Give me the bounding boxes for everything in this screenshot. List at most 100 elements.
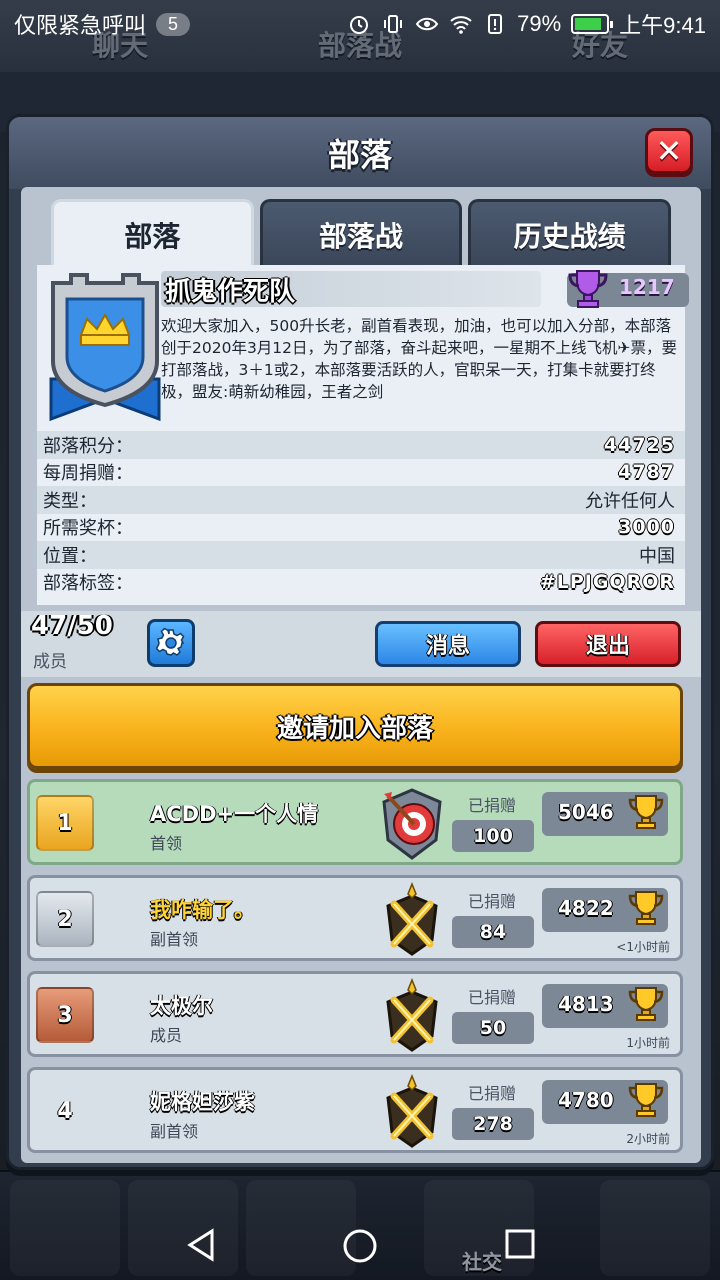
member-row[interactable]: 4 妮格妲莎紫 副首领 已捐赠 278 4780 2小时前 [27, 1067, 683, 1153]
member-name: 妮格妲莎紫 [150, 1090, 255, 1114]
crossed-swords-arena-icon [380, 1073, 444, 1150]
clock: 上午9:41 [619, 13, 706, 38]
member-role: 副首领 [150, 930, 199, 949]
member-row[interactable]: 2 我咋输了。 副首领 已捐赠 84 4822 <1小时前 [27, 875, 683, 961]
notification-text: 仅限紧急呼叫 [14, 13, 147, 38]
member-name: ACDD+一个人情 [150, 802, 319, 826]
leave-button[interactable]: 退出 [535, 621, 681, 667]
stat-weekly-donations: 每周捐赠： 4787 [37, 458, 685, 486]
phone-alert-icon [483, 12, 507, 36]
rank-badge: 4 [57, 1098, 73, 1124]
invite-button[interactable]: 邀请加入部落 [27, 683, 683, 769]
purple-trophy-icon [565, 265, 611, 311]
member-count-label: 成员 [33, 652, 67, 672]
recents-square-icon [505, 1229, 535, 1259]
stat-label: 每周捐赠： [43, 463, 133, 485]
stat-value: 允许任何人 [585, 490, 675, 512]
close-button[interactable]: ✕ [645, 128, 693, 174]
donated-value: 84 [452, 916, 534, 948]
crossed-swords-arena-icon [380, 977, 444, 1054]
donated-value: 278 [452, 1108, 534, 1140]
last-seen: <1小时前 [616, 940, 670, 954]
stat-location: 位置： 中国 [37, 541, 685, 569]
stat-required-trophies: 所需奖杯： 3000 [37, 513, 685, 541]
modal-title: 部落 [327, 136, 392, 174]
donated-label: 已捐赠 [468, 892, 517, 911]
member-role: 副首领 [150, 1122, 199, 1141]
clan-description: 欢迎大家加入，500升长老，副首看表现，加油，也可以加入分部，本部落创于2020… [161, 317, 678, 401]
last-seen: 1小时前 [626, 1036, 670, 1050]
crossed-swords-arena-icon [380, 881, 444, 958]
stat-label: 部落标签： [43, 573, 133, 595]
wifi-icon [449, 12, 473, 36]
member-name: 我咋输了。 [150, 898, 255, 922]
clan-tabs: 部落 部落战 历史战绩 [51, 199, 672, 267]
tab-history[interactable]: 历史战绩 [468, 199, 672, 267]
member-trophies: 5046 [558, 800, 614, 824]
member-role: 首领 [150, 834, 183, 853]
modal-body: 部落 部落战 历史战绩 抓鬼作死队 1217 欢迎大家加入，500升长老，副首看… [21, 187, 701, 1163]
tab-clan[interactable]: 部落 [51, 199, 254, 267]
member-name: 太极尔 [150, 994, 213, 1018]
home-circle-icon [343, 1229, 377, 1263]
stat-value: #LPJGQROR [539, 571, 675, 594]
stat-type: 类型： 允许任何人 [37, 486, 685, 514]
stat-value: 中国 [639, 545, 675, 567]
status-bar: 仅限紧急呼叫 5 79% 上午9:41 [0, 0, 720, 48]
message-button[interactable]: 消息 [375, 621, 521, 667]
alarm-icon [347, 12, 371, 36]
battery-icon [571, 14, 614, 34]
member-trophies: 4780 [558, 1088, 614, 1112]
vibrate-icon [381, 12, 405, 36]
system-nav-bar [0, 1210, 720, 1280]
trophy-icon [626, 1080, 666, 1120]
home-button[interactable] [342, 1228, 378, 1268]
donated-label: 已捐赠 [468, 1084, 517, 1103]
member-row[interactable]: 3 太极尔 成员 已捐赠 50 4813 1小时前 [27, 971, 683, 1057]
member-row[interactable]: 1 ACDD+一个人情 首领 已捐赠 100 5046 [27, 779, 683, 865]
clan-stats: 部落积分： 44725 每周捐赠： 4787 类型： 允许任何人 所需奖杯： 3… [37, 431, 685, 596]
trophy-icon [626, 792, 666, 832]
donated-label: 已捐赠 [468, 796, 517, 815]
stat-label: 所需奖杯： [43, 518, 133, 540]
rank-badge: 2 [36, 891, 94, 947]
stat-value: 3000 [618, 516, 675, 539]
last-seen: 2小时前 [626, 1132, 670, 1146]
eye-icon [415, 12, 439, 36]
donated-value: 100 [452, 820, 534, 852]
clan-name: 抓鬼作死队 [161, 271, 541, 307]
clan-modal: 部落 ✕ 部落 部落战 历史战绩 抓鬼作死队 1217 欢迎大家加入，500升长… [6, 114, 714, 1170]
stat-label: 类型： [43, 490, 97, 512]
stat-clan-score: 部落积分： 44725 [37, 431, 685, 459]
target-arena-icon [380, 786, 444, 862]
rank-badge: 1 [36, 795, 94, 851]
member-count: 47/50 [31, 611, 113, 641]
battery-percent: 79% [517, 11, 562, 36]
gear-icon [156, 628, 185, 656]
member-trophies: 4822 [558, 896, 614, 920]
rank-badge: 3 [36, 987, 94, 1043]
clan-info-panel: 抓鬼作死队 1217 欢迎大家加入，500升长老，副首看表现，加油，也可以加入分… [37, 265, 689, 605]
stat-label: 部落积分： [43, 435, 133, 457]
back-triangle-icon [187, 1228, 214, 1262]
stat-value: 44725 [603, 433, 675, 456]
donated-value: 50 [452, 1012, 534, 1044]
clan-trophy-value: 1217 [619, 275, 675, 299]
tab-clan-war[interactable]: 部落战 [259, 199, 463, 267]
notification-count: 5 [156, 12, 191, 36]
stat-label: 位置： [43, 545, 97, 567]
member-role: 成员 [150, 1026, 183, 1045]
trophy-icon [626, 984, 666, 1024]
close-icon: ✕ [655, 132, 683, 170]
member-trophies: 4813 [558, 992, 614, 1016]
donated-label: 已捐赠 [468, 988, 517, 1007]
members-bar: 47/50 成员 消息 退出 [21, 611, 701, 677]
clan-badge-icon [43, 269, 167, 439]
recents-button[interactable] [504, 1228, 536, 1264]
clan-settings-button[interactable] [147, 619, 195, 667]
stat-clan-tag: 部落标签： #LPJGQROR [37, 568, 685, 596]
stat-value: 4787 [618, 461, 675, 484]
modal-header: 部落 ✕ [9, 117, 711, 189]
trophy-icon [626, 888, 666, 928]
back-button[interactable] [186, 1228, 216, 1266]
